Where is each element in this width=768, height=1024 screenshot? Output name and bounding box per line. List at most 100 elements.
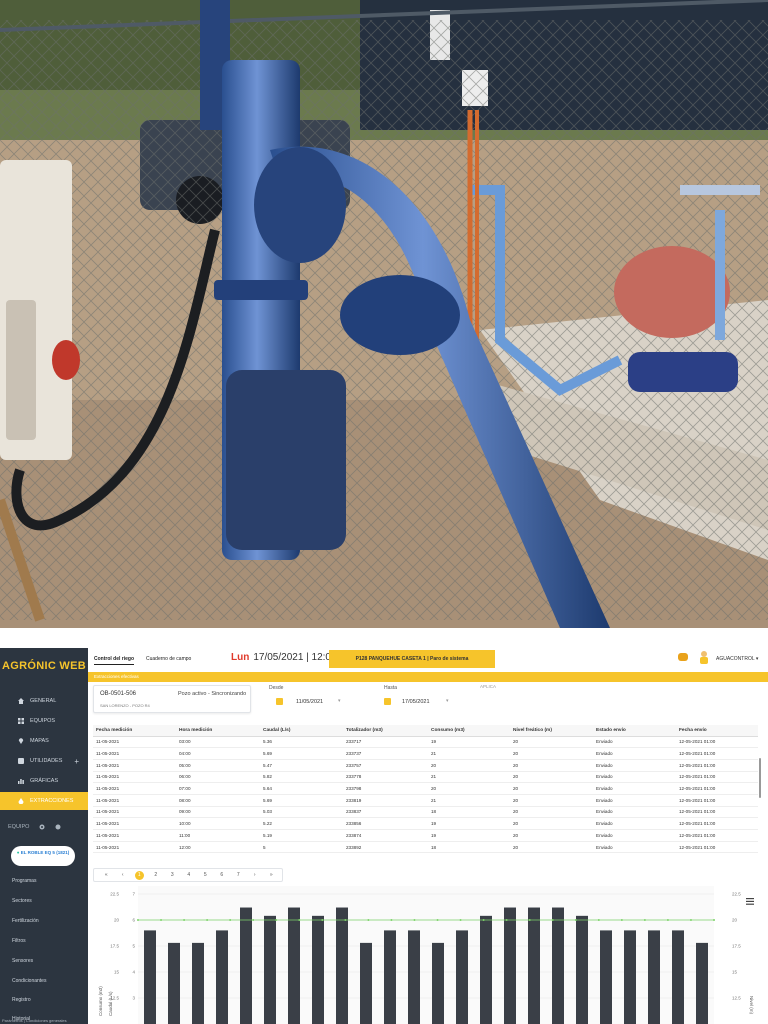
sidebar-footer-links[interactable]: Parámetros | Condiciones generales — [2, 1018, 67, 1023]
table-cell: Enviado — [593, 794, 676, 807]
y-tick-label-inner: 3 — [132, 996, 135, 1001]
chart-bar — [600, 930, 612, 1024]
page-button-5[interactable]: 5 — [197, 870, 214, 880]
table-cell: Enviado — [593, 806, 676, 819]
page-button-3[interactable]: 3 — [164, 870, 181, 880]
table-cell: 12-05-2021 01:00 — [676, 771, 758, 784]
sidebar-sub-sectores[interactable]: Sectores — [12, 898, 32, 904]
apply-button[interactable]: APLICA — [480, 684, 496, 689]
nivel-point — [413, 919, 416, 921]
equipo-settings-icon[interactable] — [39, 824, 45, 830]
station-status-banner[interactable]: P128 PANQUEHUE CASETA 1 | Paro de sistem… — [329, 650, 495, 668]
nivel-point — [321, 919, 324, 921]
table-cell: 20 — [510, 759, 593, 772]
table-row[interactable]: 11-05-2021 10:00 5.22 233856 19 20 Enviado 12-0… — [93, 817, 758, 830]
nivel-point — [252, 919, 255, 921]
table-cell: 06:00 — [176, 771, 260, 784]
table-row[interactable]: 11-05-2021 12:00 5 233892 18 20 Enviado 12-05-2… — [93, 841, 758, 853]
last-page-button[interactable]: » — [263, 870, 280, 880]
next-page-button[interactable]: › — [247, 870, 264, 880]
chart-bar — [672, 930, 684, 1024]
sidebar-item-graficas[interactable]: GRÁFICAS — [0, 772, 88, 790]
sidebar-sub-filtros[interactable]: Filtros — [12, 938, 26, 944]
nivel-point — [459, 919, 462, 921]
chart-bar — [456, 930, 468, 1024]
page-button-6[interactable]: 6 — [214, 870, 231, 880]
table-cell: 233737 — [343, 747, 428, 760]
table-cell: 12-05-2021 01:00 — [676, 829, 758, 842]
gear-icon[interactable] — [55, 824, 61, 830]
chart-bar — [552, 907, 564, 1024]
table-row[interactable]: 11-05-2021 04:00 5.69 233737 21 20 Enviado 12-0… — [93, 747, 758, 760]
table-cell: 08:00 — [176, 794, 260, 807]
table-cell: 5.22 — [260, 817, 343, 830]
sidebar-item-mapas[interactable]: MAPAS — [0, 732, 88, 750]
table-cell: 21 — [428, 794, 510, 807]
table-cell: 20 — [510, 841, 593, 853]
calendar-icon[interactable] — [384, 698, 391, 705]
y-tick-label-outer: 22.5 — [110, 892, 119, 897]
well-info-card[interactable]: OB-0501-506 SAN LORENZO - POZO R4 Pozo a… — [93, 685, 251, 713]
table-cell: 10:00 — [176, 817, 260, 830]
desde-date-input[interactable]: 11/05/2021 — [296, 699, 323, 705]
user-menu[interactable]: AGUACONTROL ▾ — [716, 656, 758, 662]
expand-plus-icon[interactable]: + — [74, 757, 79, 766]
tab-control-riego[interactable]: Control del riego — [94, 656, 134, 665]
first-page-button[interactable]: « — [98, 870, 115, 880]
page-label: 2 — [154, 872, 158, 878]
page-button-1[interactable]: 1 — [131, 870, 148, 880]
y-axis-label-consumo: Consumo (m3) — [98, 986, 103, 1016]
chart-menu-icon[interactable] — [746, 898, 754, 905]
table-row[interactable]: 11-05-2021 07:00 5.64 233798 20 20 Enviado 12-0… — [93, 782, 758, 795]
sidebar-sub-condicionantes[interactable]: Condicionantes — [12, 978, 46, 984]
sidebar-sub-registro[interactable]: Registro — [12, 997, 31, 1003]
table-row[interactable]: 11-05-2021 05:00 5.47 233757 20 20 Enviado 12-0… — [93, 759, 758, 772]
page-button-7[interactable]: 7 — [230, 870, 247, 880]
table-cell: 07:00 — [176, 782, 260, 795]
notification-bell-icon[interactable] — [678, 653, 688, 661]
y-tick-label-outer: 15 — [114, 970, 120, 975]
table-cell: 20 — [428, 759, 510, 772]
page-button-4[interactable]: 4 — [181, 870, 198, 880]
sidebar-sub-sensores[interactable]: Sensores — [12, 958, 33, 964]
sidebar-item-label: GRÁFICAS — [30, 778, 59, 784]
table-cell: 233892 — [343, 841, 428, 853]
well-status: Pozo activo - Sincronizando — [178, 691, 247, 697]
table-cell: 12-05-2021 01:00 — [676, 782, 758, 795]
sidebar-sub-fertilizacion[interactable]: Fertilización — [12, 918, 39, 924]
sidebar-item-extracciones[interactable]: EXTRACCIONES — [0, 792, 88, 810]
pagination: « ‹ 1 2 3 4 5 6 7 › » — [93, 868, 283, 882]
tab-cuaderno-campo[interactable]: Cuaderno de campo — [146, 656, 191, 662]
table-cell: 11-05-2021 — [93, 841, 176, 853]
table-row[interactable]: 11-05-2021 09:00 5.03 233837 18 20 Enviado 12-0… — [93, 806, 758, 819]
sidebar-item-equipos[interactable]: EQUIPOS — [0, 712, 88, 730]
chart-bar — [240, 907, 252, 1024]
chart-bar — [696, 942, 708, 1024]
table-cell: 12-05-2021 01:00 — [676, 794, 758, 807]
sidebar: AGRÓNIC WEB GENERAL EQUIPOS MAPAS UTILID… — [0, 648, 88, 1024]
table-row[interactable]: 11-05-2021 03:00 5.36 233717 19 20 Enviado 12-0… — [93, 736, 758, 749]
y-tick-label-right: 15 — [732, 970, 738, 975]
well-code: OB-0501-506 — [100, 691, 137, 697]
equipo-selector[interactable]: ● EL ROBLE EQ 5 (1821) — [11, 846, 75, 866]
prev-page-button[interactable]: ‹ — [115, 870, 132, 880]
sidebar-item-label: MAPAS — [30, 738, 49, 744]
home-icon — [18, 698, 24, 704]
chart-bar — [312, 915, 324, 1024]
table-row[interactable]: 11-05-2021 11:00 5.19 233874 19 20 Enviado 12-0… — [93, 829, 758, 842]
calendar-icon[interactable] — [276, 698, 283, 705]
page-button-2[interactable]: 2 — [148, 870, 165, 880]
chevron-down-icon[interactable]: ▾ — [446, 698, 449, 704]
sidebar-sub-programas[interactable]: Programas — [12, 878, 36, 884]
sidebar-item-utilidades[interactable]: UTILIDADES + — [0, 752, 88, 770]
nivel-point — [275, 919, 278, 921]
chevron-down-icon[interactable]: ▾ — [338, 698, 341, 704]
sidebar-item-general[interactable]: GENERAL — [0, 692, 88, 710]
table-scrollbar[interactable] — [759, 758, 761, 798]
page-label: 5 — [203, 872, 207, 878]
hasta-date-input[interactable]: 17/05/2021 — [402, 699, 430, 705]
table-row[interactable]: 11-05-2021 08:00 5.69 233819 21 20 Enviado 12-0… — [93, 794, 758, 807]
y-tick-label-inner: 4 — [132, 970, 135, 975]
user-avatar-icon[interactable] — [698, 650, 710, 664]
table-row[interactable]: 11-05-2021 06:00 5.82 233778 21 20 Enviado 12-0… — [93, 771, 758, 784]
